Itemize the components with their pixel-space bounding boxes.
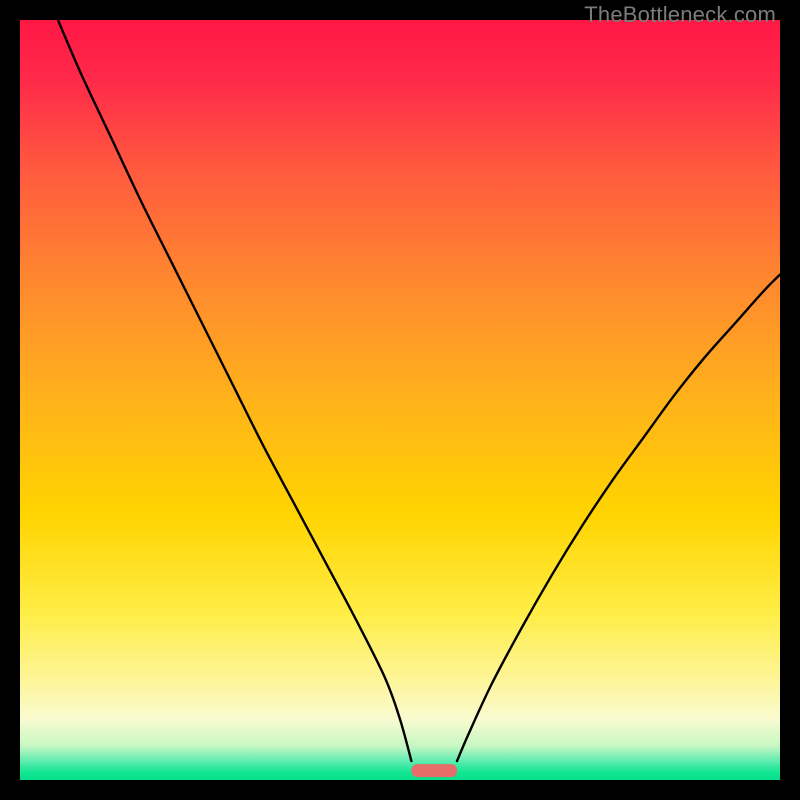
watermark-text: TheBottleneck.com — [584, 2, 776, 28]
bottleneck-chart — [20, 20, 780, 780]
bottleneck-marker — [411, 764, 457, 777]
chart-frame — [20, 20, 780, 780]
chart-background — [20, 20, 780, 780]
